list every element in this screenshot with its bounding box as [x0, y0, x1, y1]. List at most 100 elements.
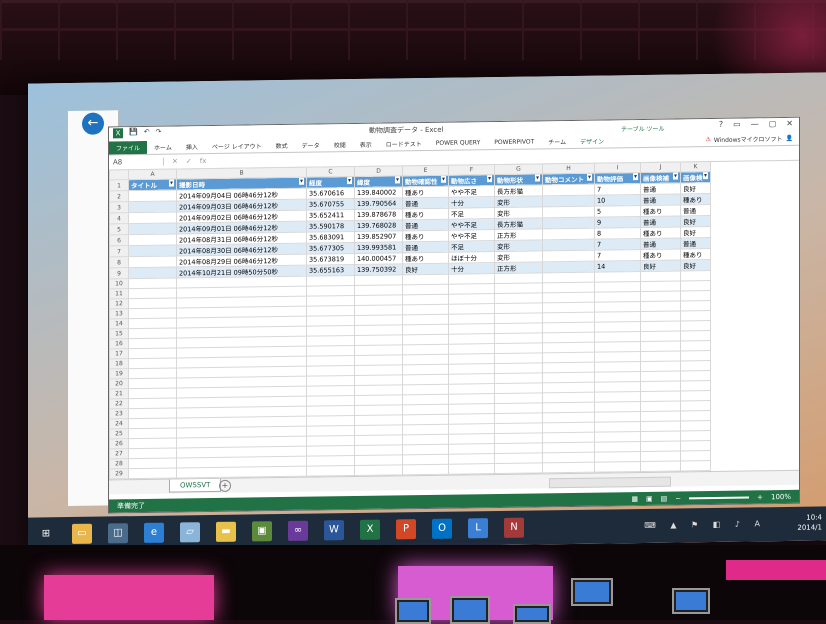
tab-insert[interactable]: 挿入 [179, 142, 205, 151]
table-cell[interactable]: 不足 [448, 240, 495, 253]
sheet-tab[interactable]: OWSSVT [169, 478, 222, 493]
account-area[interactable]: ⚠ Windowsマイクロソフト 👤 [705, 134, 799, 144]
empty-cell[interactable] [448, 273, 495, 285]
empty-cell[interactable] [448, 343, 495, 355]
function-icon[interactable]: fx [200, 157, 207, 165]
row-header[interactable]: 6 [109, 234, 129, 246]
table-cell[interactable]: 良好 [680, 226, 711, 238]
empty-cell[interactable] [402, 354, 449, 365]
empty-cell[interactable] [594, 381, 641, 393]
empty-cell[interactable] [594, 371, 641, 383]
empty-cell[interactable] [354, 404, 403, 416]
empty-cell[interactable] [640, 370, 681, 382]
empty-cell[interactable] [354, 274, 403, 286]
empty-cell[interactable] [494, 462, 543, 474]
table-cell[interactable]: 種あり [402, 186, 449, 198]
row-header[interactable]: 14 [109, 318, 129, 329]
empty-cell[interactable] [680, 360, 711, 371]
undo-icon[interactable]: ↶ [144, 128, 150, 138]
table-cell[interactable]: 139.750392 [354, 263, 403, 276]
empty-cell[interactable] [402, 364, 449, 375]
empty-cell[interactable] [448, 423, 495, 435]
empty-cell[interactable] [306, 305, 355, 317]
empty-cell[interactable] [680, 300, 711, 311]
column-header[interactable]: G [494, 163, 543, 175]
table-cell[interactable] [542, 261, 595, 273]
empty-cell[interactable] [594, 271, 641, 283]
empty-cell[interactable] [594, 461, 641, 473]
table-cell[interactable]: 普通 [640, 193, 681, 206]
table-cell[interactable]: 35.670755 [306, 198, 355, 211]
empty-cell[interactable] [594, 281, 641, 293]
empty-cell[interactable] [306, 295, 355, 307]
empty-cell[interactable] [128, 417, 177, 429]
empty-cell[interactable] [306, 325, 355, 337]
row-header[interactable]: 22 [109, 398, 129, 409]
table-cell[interactable]: 種あり [402, 252, 449, 264]
empty-cell[interactable] [680, 290, 711, 301]
table-cell[interactable]: 種あり [640, 226, 681, 239]
table-cell[interactable]: 35.683091 [306, 231, 355, 244]
row-header[interactable]: 3 [109, 201, 129, 213]
column-header[interactable]: C [306, 166, 355, 178]
tab-power-query[interactable]: POWER QUERY [429, 139, 488, 147]
empty-cell[interactable] [448, 333, 495, 345]
add-sheet-button[interactable]: + [219, 479, 231, 492]
empty-cell[interactable] [594, 291, 641, 303]
table-cell[interactable]: 種あり [680, 248, 711, 260]
table-header-cell[interactable]: 動物確認性 [402, 175, 449, 187]
empty-cell[interactable] [640, 330, 681, 342]
table-cell[interactable]: 35.677305 [306, 242, 355, 255]
empty-cell[interactable] [128, 377, 177, 389]
empty-cell[interactable] [128, 317, 177, 329]
table-cell[interactable]: 普通 [402, 219, 449, 231]
excel-taskbar-icon[interactable]: X [360, 519, 380, 540]
empty-cell[interactable] [680, 280, 711, 291]
empty-cell[interactable] [448, 363, 495, 375]
table-cell[interactable]: やや不足 [448, 229, 495, 242]
table-cell[interactable]: 139.993581 [354, 241, 403, 254]
table-cell[interactable]: 十分 [448, 196, 495, 209]
row-header[interactable]: 10 [109, 278, 129, 289]
file-explorer-icon[interactable]: ▭ [72, 523, 92, 544]
empty-cell[interactable] [640, 310, 681, 322]
zoom-level[interactable]: 100% [771, 492, 791, 500]
empty-cell[interactable] [594, 321, 641, 333]
empty-cell[interactable] [402, 414, 449, 425]
minimize-button[interactable]: — [751, 119, 759, 128]
empty-cell[interactable] [402, 444, 449, 455]
empty-cell[interactable] [306, 455, 355, 467]
table-cell[interactable]: 普通 [640, 182, 681, 195]
empty-cell[interactable] [594, 351, 641, 363]
empty-cell[interactable] [354, 294, 403, 306]
table-cell[interactable]: 種あり [640, 248, 681, 261]
table-header-cell[interactable]: 動物広さ [448, 174, 495, 187]
empty-cell[interactable] [448, 303, 495, 315]
empty-cell[interactable] [680, 400, 711, 411]
empty-cell[interactable] [494, 382, 543, 394]
empty-cell[interactable] [128, 387, 177, 399]
tab-file[interactable]: ファイル [109, 140, 148, 155]
empty-cell[interactable] [680, 350, 711, 361]
empty-cell[interactable] [494, 332, 543, 344]
table-cell[interactable]: 長方形猫 [494, 217, 543, 230]
tab-home[interactable]: ホーム [147, 142, 179, 152]
cancel-icon[interactable]: ✕ [172, 157, 178, 165]
empty-cell[interactable] [494, 282, 543, 294]
table-cell[interactable] [128, 189, 177, 202]
empty-cell[interactable] [494, 312, 543, 324]
tab-load-test[interactable]: ロードテスト [379, 139, 429, 149]
table-cell[interactable]: 普通 [402, 197, 449, 209]
empty-cell[interactable] [402, 324, 449, 335]
empty-cell[interactable] [640, 450, 681, 462]
table-header-cell[interactable]: 動物形状 [494, 173, 543, 186]
table-header-cell[interactable]: 画像検補 [640, 171, 681, 184]
zoom-out-button[interactable]: − [675, 494, 681, 502]
row-header[interactable]: 16 [109, 338, 129, 349]
empty-cell[interactable] [494, 402, 543, 414]
empty-cell[interactable] [128, 307, 177, 319]
empty-cell[interactable] [680, 380, 711, 391]
table-cell[interactable]: 普通 [640, 237, 681, 250]
table-header-cell[interactable]: 経度 [306, 176, 355, 189]
empty-cell[interactable] [128, 337, 177, 349]
